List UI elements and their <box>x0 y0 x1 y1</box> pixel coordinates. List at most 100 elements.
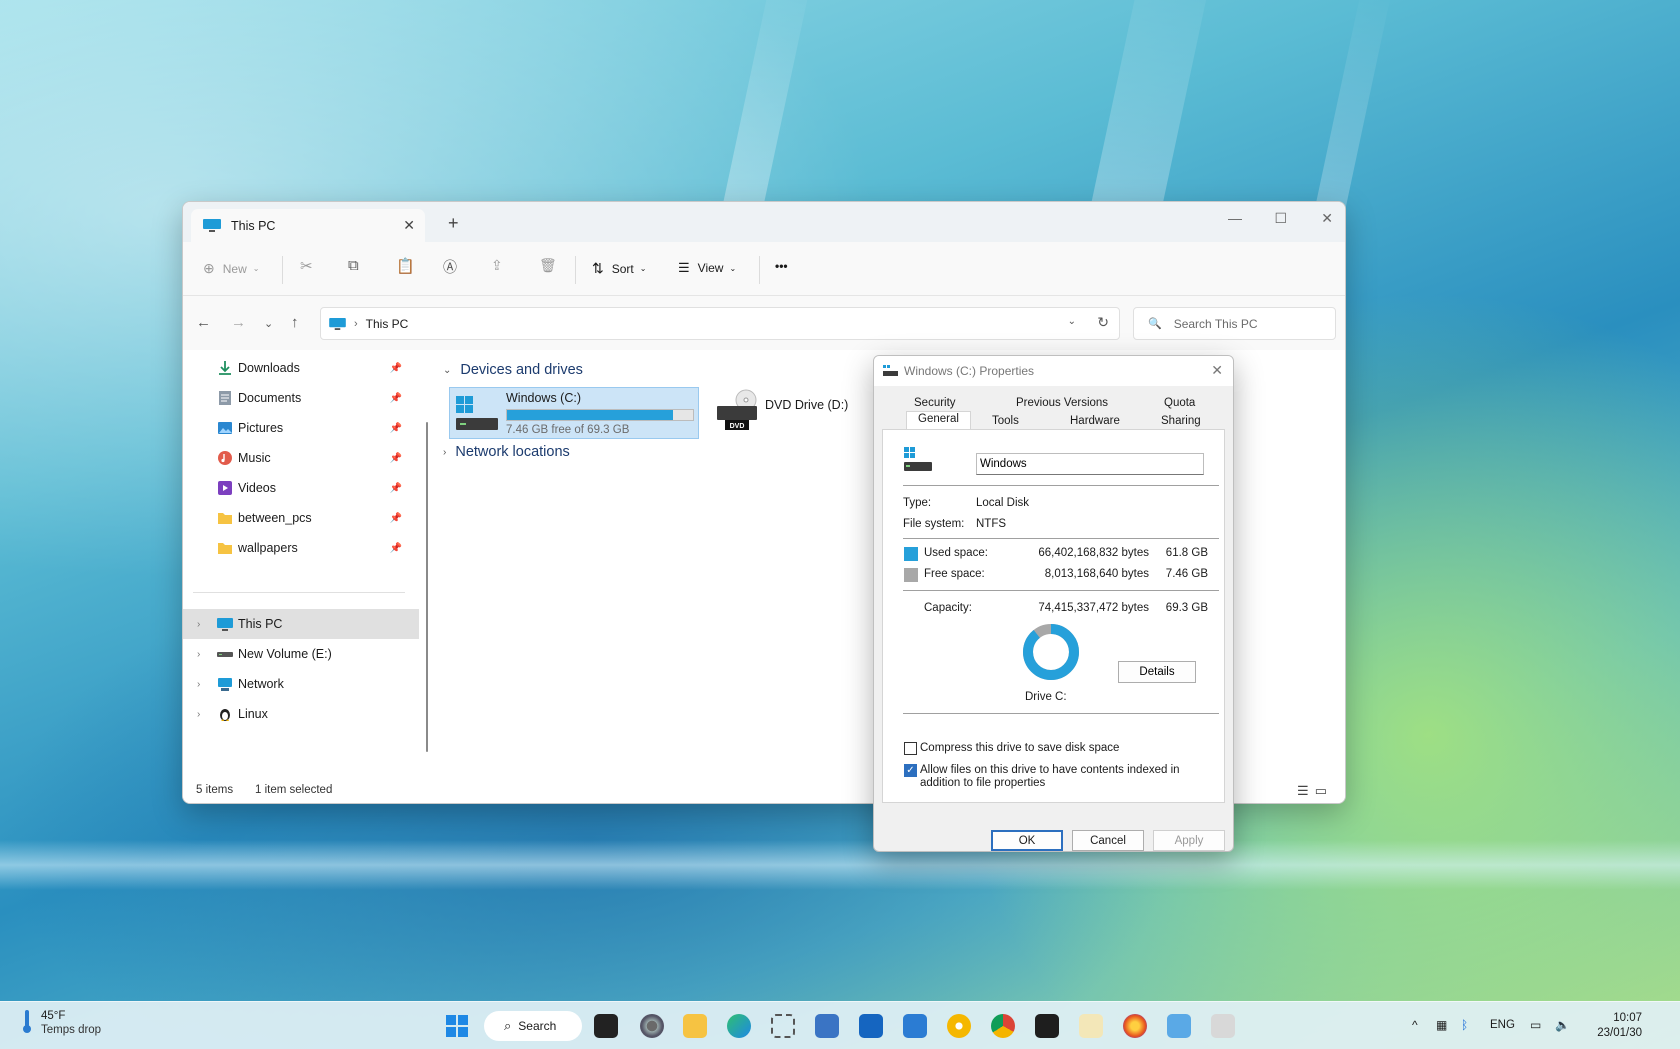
view-icon: ☰ <box>678 260 690 276</box>
back-arrow-icon[interactable]: ← <box>196 314 211 331</box>
breadcrumb-this-pc[interactable]: This PC <box>366 317 409 331</box>
taskbar-search[interactable]: ⌕ Search <box>484 1011 582 1041</box>
edge-canary-icon[interactable] <box>727 1014 751 1038</box>
remote-desktop-icon[interactable] <box>1167 1014 1191 1038</box>
new-tab-button[interactable]: + <box>448 213 459 234</box>
word-icon[interactable] <box>903 1014 927 1038</box>
sidebar-item-wallpapers[interactable]: wallpapers 📌 <box>183 533 419 563</box>
cancel-button[interactable]: Cancel <box>1072 830 1144 851</box>
clock-date: 23/01/30 <box>1597 1026 1642 1041</box>
sort-button[interactable]: ⇅ Sort ⌄ <box>592 260 646 277</box>
more-options-button[interactable]: ••• <box>775 259 788 273</box>
volume-name-input[interactable] <box>976 453 1204 475</box>
type-label: Type: <box>903 497 931 509</box>
paste-icon[interactable]: 📋 <box>396 257 415 275</box>
group-network-locations[interactable]: › Network locations <box>443 444 570 460</box>
bluetooth-icon[interactable]: ᛒ <box>1461 1018 1468 1032</box>
language-indicator[interactable]: ENG <box>1490 1019 1515 1031</box>
sidebar-item-label: Music <box>238 451 271 465</box>
compress-checkbox[interactable] <box>904 742 917 755</box>
drive-item-dvd-d[interactable]: DVD DVD Drive (D:) <box>715 388 855 438</box>
chrome-canary-icon[interactable] <box>947 1014 971 1038</box>
chevron-right-icon[interactable]: › <box>197 679 200 690</box>
computer-icon <box>329 318 346 330</box>
group-devices-and-drives[interactable]: ⌄ Devices and drives <box>443 362 583 378</box>
rename-icon[interactable]: Ⓐ <box>443 257 457 277</box>
tab-hardware[interactable]: Hardware <box>1070 415 1120 427</box>
settings-gear-icon[interactable] <box>640 1014 664 1038</box>
volume-icon[interactable]: 🔈 <box>1555 1018 1570 1032</box>
details-view-icon[interactable]: ☰ <box>1297 783 1315 798</box>
snipping-tool-icon[interactable] <box>771 1014 795 1038</box>
details-button[interactable]: Details <box>1118 661 1196 683</box>
index-checkbox[interactable]: ✓ <box>904 764 917 777</box>
close-tab-icon[interactable]: ✕ <box>403 217 415 234</box>
drive-usage-bar <box>506 409 694 421</box>
sidebar-item-music[interactable]: Music 📌 <box>183 443 419 473</box>
drive-item-windows-c[interactable]: Windows (C:) 7.46 GB free of 69.3 GB <box>449 387 699 439</box>
app-tray-icon[interactable]: ▦ <box>1436 1018 1447 1032</box>
copy-icon[interactable]: ⧉ <box>348 257 359 274</box>
pin-icon: 📌 <box>390 453 402 464</box>
photos-icon[interactable] <box>1211 1014 1235 1038</box>
tab-previous-versions[interactable]: Previous Versions <box>1016 397 1108 409</box>
notepad-icon[interactable] <box>815 1014 839 1038</box>
tab-this-pc[interactable]: This PC ✕ <box>191 209 425 242</box>
tab-general[interactable]: General <box>918 413 959 425</box>
minimize-button[interactable]: — <box>1228 210 1242 226</box>
terminal-icon[interactable] <box>1035 1014 1059 1038</box>
new-button[interactable]: ⊕ New ⌄ <box>203 260 259 277</box>
forward-arrow-icon[interactable]: → <box>231 314 246 331</box>
apply-button[interactable]: Apply <box>1153 830 1225 851</box>
delete-icon[interactable]: 🗑 <box>539 257 557 274</box>
ok-button[interactable]: OK <box>991 830 1063 851</box>
address-bar[interactable]: › This PC ⌄ ↻ <box>320 307 1120 340</box>
close-window-button[interactable]: ✕ <box>1321 210 1333 227</box>
tab-sharing[interactable]: Sharing <box>1161 415 1201 427</box>
store-icon[interactable] <box>859 1014 883 1038</box>
linux-icon <box>217 706 233 722</box>
maximize-button[interactable]: ☐ <box>1274 210 1287 227</box>
sidebar-scrollbar[interactable] <box>426 422 428 752</box>
dialog-title: Windows (C:) Properties <box>904 364 1034 378</box>
sidebar-item-this-pc[interactable]: › This PC <box>183 609 419 639</box>
sidebar-item-network[interactable]: › Network <box>183 669 419 699</box>
weather-widget[interactable]: 45°F Temps drop <box>22 1010 101 1036</box>
cut-icon[interactable]: ✂ <box>300 257 313 275</box>
tab-tools[interactable]: Tools <box>992 415 1019 427</box>
tab-security[interactable]: Security <box>914 397 956 409</box>
refresh-icon[interactable]: ↻ <box>1097 314 1109 331</box>
start-button[interactable] <box>446 1015 468 1037</box>
clock[interactable]: 10:07 23/01/30 <box>1597 1011 1642 1041</box>
sidebar-item-linux[interactable]: › Linux <box>183 699 419 729</box>
share-icon[interactable]: ⇪ <box>491 257 503 274</box>
firefox-icon[interactable] <box>1123 1014 1147 1038</box>
chevron-up-icon[interactable]: ^ <box>1412 1018 1418 1032</box>
file-explorer-icon[interactable] <box>683 1014 707 1038</box>
close-icon[interactable]: ✕ <box>1211 362 1223 379</box>
search-input[interactable]: 🔍 Search This PC <box>1133 307 1336 340</box>
view-button[interactable]: ☰ View ⌄ <box>678 260 736 276</box>
network-icon[interactable]: ▭ <box>1530 1018 1541 1032</box>
sidebar-item-videos[interactable]: Videos 📌 <box>183 473 419 503</box>
chevron-right-icon[interactable]: › <box>197 619 200 630</box>
chevron-down-icon: ⌄ <box>443 365 451 376</box>
sidebar-item-downloads[interactable]: Downloads 📌 <box>183 353 419 383</box>
tiles-view-icon[interactable]: ▭ <box>1315 783 1333 798</box>
capacity-label: Capacity: <box>924 602 972 614</box>
tab-quota[interactable]: Quota <box>1164 397 1195 409</box>
recent-locations-icon[interactable]: ⌄ <box>264 317 273 330</box>
chevron-right-icon[interactable]: › <box>197 649 200 660</box>
task-view-icon[interactable] <box>594 1014 618 1038</box>
sidebar-item-between-pcs[interactable]: between_pcs 📌 <box>183 503 419 533</box>
sidebar-item-documents[interactable]: Documents 📌 <box>183 383 419 413</box>
sidebar-item-pictures[interactable]: Pictures 📌 <box>183 413 419 443</box>
address-history-chevron-icon[interactable]: ⌄ <box>1068 316 1076 327</box>
notes-icon[interactable] <box>1079 1014 1103 1038</box>
up-arrow-icon[interactable]: ↑ <box>291 314 299 331</box>
sidebar-item-new-volume[interactable]: › New Volume (E:) <box>183 639 419 669</box>
command-bar: ⊕ New ⌄ ✂ ⧉ 📋 Ⓐ ⇪ 🗑 ⇅ Sort ⌄ ☰ View ⌄ ••… <box>183 242 1345 296</box>
chevron-right-icon[interactable]: › <box>197 709 200 720</box>
chrome-icon[interactable] <box>991 1014 1015 1038</box>
new-label: New <box>223 262 247 276</box>
